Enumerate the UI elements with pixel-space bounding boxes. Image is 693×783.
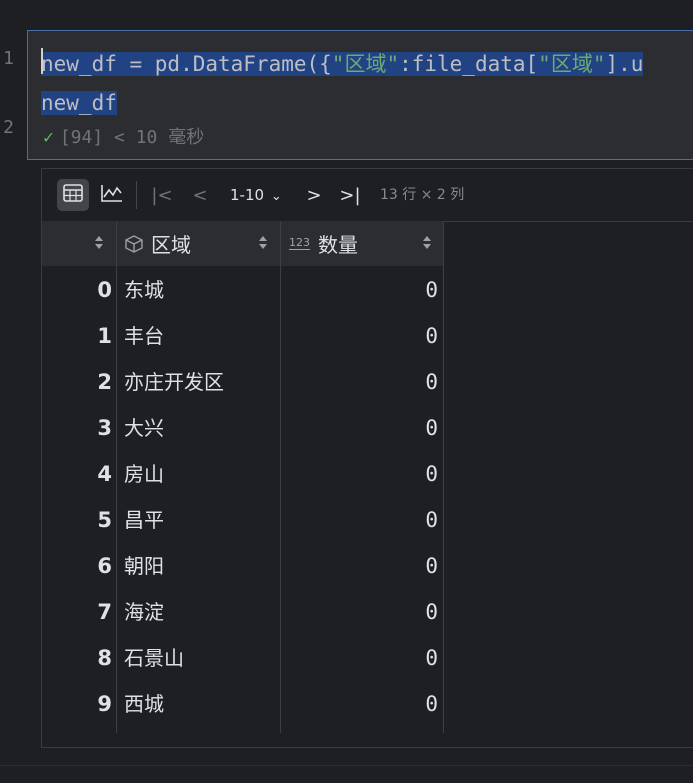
123-icon: 123 bbox=[289, 236, 310, 250]
table-row[interactable]: 7 海淀 0 bbox=[42, 589, 444, 635]
count-cell[interactable]: 0 bbox=[282, 313, 438, 359]
line-number-gutter: 1 2 bbox=[0, 30, 28, 160]
table-view-button[interactable] bbox=[57, 179, 89, 211]
page-range-label: 1-10 bbox=[230, 186, 265, 204]
table-row[interactable]: 3 大兴 0 bbox=[42, 405, 444, 451]
table-row[interactable]: 9 西城 0 bbox=[42, 681, 444, 727]
text-cursor bbox=[41, 48, 43, 74]
count-cell[interactable]: 0 bbox=[282, 267, 438, 313]
count-cell[interactable]: 0 bbox=[282, 497, 438, 543]
row-index: 3 bbox=[97, 416, 112, 440]
table-row[interactable]: 1 丰台 0 bbox=[42, 313, 444, 359]
prev-page-button[interactable]: < bbox=[190, 179, 210, 211]
table-row[interactable]: 4 房山 0 bbox=[42, 451, 444, 497]
column-header-label: 区域 bbox=[151, 233, 191, 257]
count-cell[interactable]: 0 bbox=[282, 543, 438, 589]
region-cell[interactable]: 大兴 bbox=[124, 405, 164, 451]
count-cell[interactable]: 0 bbox=[282, 681, 438, 727]
region-cell[interactable]: 昌平 bbox=[124, 497, 164, 543]
column-header-region[interactable]: 区域 bbox=[117, 221, 280, 266]
row-index: 2 bbox=[97, 370, 112, 394]
string-token: "区域" bbox=[538, 52, 606, 76]
code-token: new_df = pd.DataFrame({ bbox=[41, 52, 332, 76]
code-token: :file_data[ bbox=[399, 52, 539, 76]
row-index: 6 bbox=[97, 554, 112, 578]
table-row[interactable]: 8 石景山 0 bbox=[42, 635, 444, 681]
row-index: 9 bbox=[97, 692, 112, 716]
chevron-down-icon: ⌄ bbox=[270, 189, 282, 204]
next-page-button[interactable]: > bbox=[304, 179, 324, 211]
region-cell[interactable]: 东城 bbox=[124, 267, 164, 313]
chart-icon bbox=[101, 184, 123, 206]
cube-icon bbox=[125, 234, 143, 253]
execution-status-text: [94] < 10 毫秒 bbox=[59, 127, 205, 148]
region-cell[interactable]: 朝阳 bbox=[124, 543, 164, 589]
code-line-2[interactable]: new_df bbox=[41, 88, 117, 118]
next-cell-edge bbox=[0, 765, 693, 783]
row-index: 5 bbox=[97, 508, 112, 532]
row-index: 7 bbox=[97, 600, 112, 624]
table-icon bbox=[63, 184, 83, 206]
region-cell[interactable]: 丰台 bbox=[124, 313, 164, 359]
count-cell[interactable]: 0 bbox=[282, 359, 438, 405]
table-row[interactable]: 2 亦庄开发区 0 bbox=[42, 359, 444, 405]
region-cell[interactable]: 石景山 bbox=[124, 635, 184, 681]
count-cell[interactable]: 0 bbox=[282, 451, 438, 497]
editor-top-area bbox=[0, 0, 693, 30]
execution-status: ✓ [94] < 10 毫秒 bbox=[43, 127, 204, 149]
table-size-info: 13 行 × 2 列 bbox=[380, 187, 465, 203]
last-page-button[interactable]: >| bbox=[338, 179, 362, 211]
code-cell[interactable]: new_df = pd.DataFrame({"区域":file_data["区… bbox=[27, 30, 693, 160]
count-cell[interactable]: 0 bbox=[282, 635, 438, 681]
table-row[interactable]: 5 昌平 0 bbox=[42, 497, 444, 543]
table-row[interactable]: 0 东城 0 bbox=[42, 267, 444, 313]
row-index: 8 bbox=[97, 646, 112, 670]
page-range-dropdown[interactable]: 1-10 ⌄ bbox=[230, 179, 282, 211]
sort-icon[interactable] bbox=[258, 235, 268, 251]
column-header-label: 数量 bbox=[318, 233, 358, 257]
region-cell[interactable]: 西城 bbox=[124, 681, 164, 727]
count-cell[interactable]: 0 bbox=[282, 405, 438, 451]
string-token: "区域" bbox=[331, 52, 400, 76]
code-token: new_df bbox=[41, 91, 117, 115]
check-icon: ✓ bbox=[43, 127, 54, 148]
row-index: 0 bbox=[97, 278, 112, 302]
region-cell[interactable]: 海淀 bbox=[124, 589, 164, 635]
row-index: 4 bbox=[97, 462, 112, 486]
sort-icon[interactable] bbox=[422, 235, 432, 251]
table-toolbar: |< < 1-10 ⌄ > >| 13 行 × 2 列 bbox=[42, 169, 693, 222]
count-cell[interactable]: 0 bbox=[282, 589, 438, 635]
code-line-1[interactable]: new_df = pd.DataFrame({"区域":file_data["区… bbox=[41, 49, 644, 79]
line-number: 2 bbox=[3, 117, 14, 138]
chart-view-button[interactable] bbox=[96, 179, 128, 211]
sort-icon[interactable] bbox=[94, 235, 104, 251]
region-cell[interactable]: 亦庄开发区 bbox=[124, 359, 224, 405]
toolbar-divider bbox=[136, 181, 137, 209]
dataframe-output: |< < 1-10 ⌄ > >| 13 行 × 2 列 区域 123 数量 0东… bbox=[41, 168, 693, 748]
index-column-header[interactable] bbox=[42, 221, 116, 266]
column-header-count[interactable]: 123 数量 bbox=[281, 221, 444, 266]
code-token: ].u bbox=[605, 52, 644, 76]
line-number: 1 bbox=[3, 48, 14, 69]
table-row[interactable]: 6 朝阳 0 bbox=[42, 543, 444, 589]
first-page-button[interactable]: |< bbox=[150, 179, 174, 211]
region-cell[interactable]: 房山 bbox=[124, 451, 164, 497]
row-index: 1 bbox=[97, 324, 112, 348]
